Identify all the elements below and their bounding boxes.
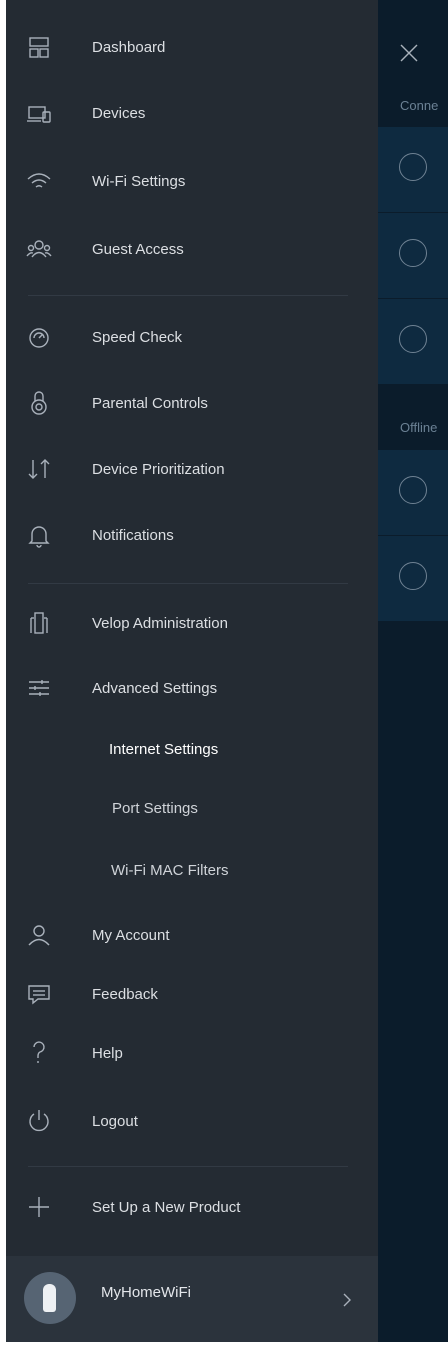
menu-item-label: My Account <box>92 926 170 944</box>
submenu-item-internet-settings[interactable]: Internet Settings <box>6 729 378 769</box>
side-menu: Dashboard Devices Wi-Fi Settings Guest A… <box>6 0 378 1342</box>
menu-item-wifi-settings[interactable]: Wi-Fi Settings <box>6 156 378 206</box>
bell-icon <box>28 526 50 548</box>
devices-icon <box>27 106 51 123</box>
menu-item-speed-check[interactable]: Speed Check <box>6 312 378 362</box>
menu-item-label: Speed Check <box>92 328 183 346</box>
submenu-item-label: Wi-Fi MAC Filters <box>111 861 229 879</box>
menu-item-device-prioritization[interactable]: Device Prioritization <box>6 444 378 494</box>
menu-item-label: Wi-Fi Settings <box>92 172 186 190</box>
sliders-icon <box>29 680 49 696</box>
velop-admin-icon <box>30 612 48 634</box>
app-frame: Conne Offline Dashboard Devices Wi-Fi Se… <box>6 0 448 1342</box>
menu-divider <box>28 295 348 296</box>
device-row[interactable] <box>378 299 448 385</box>
guest-access-icon <box>26 240 52 258</box>
menu-item-label: Velop Administration <box>92 614 228 632</box>
menu-item-logout[interactable]: Logout <box>6 1096 378 1146</box>
menu-item-label: Advanced Settings <box>92 679 218 697</box>
offline-header: Offline <box>400 420 438 435</box>
menu-divider <box>28 583 348 584</box>
menu-item-label: Set Up a New Product <box>92 1198 241 1216</box>
network-selector[interactable]: MyHomeWiFi <box>6 1256 378 1342</box>
person-icon <box>28 925 50 946</box>
submenu-item-label: Internet Settings <box>109 740 219 758</box>
connected-header: Conne <box>400 98 439 113</box>
priority-arrows-icon <box>28 459 50 479</box>
device-status-ring <box>399 562 427 590</box>
device-status-ring <box>399 239 427 267</box>
velop-node-icon <box>43 1284 56 1312</box>
close-menu-button[interactable] <box>396 40 422 66</box>
device-row[interactable] <box>378 127 448 213</box>
dashboard-icon <box>29 37 49 58</box>
menu-item-label: Guest Access <box>92 240 184 258</box>
submenu-item-label: Port Settings <box>112 799 198 817</box>
menu-item-label: Feedback <box>92 985 158 1003</box>
device-status-ring <box>399 325 427 353</box>
plus-icon <box>29 1197 49 1217</box>
lock-icon <box>31 391 47 415</box>
velop-node-avatar <box>24 1272 76 1324</box>
device-row[interactable] <box>378 450 448 536</box>
chevron-right-icon <box>343 1293 351 1307</box>
submenu-item-port-settings[interactable]: Port Settings <box>6 788 378 828</box>
menu-item-help[interactable]: Help <box>6 1028 378 1078</box>
menu-item-my-account[interactable]: My Account <box>6 910 378 960</box>
wifi-icon <box>27 173 51 188</box>
device-row[interactable] <box>378 536 448 622</box>
device-status-ring <box>399 476 427 504</box>
menu-item-devices[interactable]: Devices <box>6 88 378 138</box>
menu-item-label: Devices <box>92 104 146 122</box>
menu-item-label: Help <box>92 1044 123 1062</box>
submenu-item-wifi-mac-filters[interactable]: Wi-Fi MAC Filters <box>6 850 378 890</box>
question-icon <box>33 1041 45 1063</box>
menu-item-label: Parental Controls <box>92 394 208 412</box>
menu-item-label: Dashboard <box>92 38 166 56</box>
menu-item-guest-access[interactable]: Guest Access <box>6 224 378 274</box>
close-icon <box>400 44 418 62</box>
menu-item-parental-controls[interactable]: Parental Controls <box>6 378 378 428</box>
menu-item-label: Notifications <box>92 526 174 544</box>
background-devices-panel: Conne Offline <box>378 0 448 1342</box>
menu-item-feedback[interactable]: Feedback <box>6 969 378 1019</box>
menu-item-notifications[interactable]: Notifications <box>6 510 378 560</box>
menu-item-advanced-settings[interactable]: Advanced Settings <box>6 663 378 713</box>
menu-item-label: Device Prioritization <box>92 460 225 478</box>
menu-item-label: Logout <box>92 1112 138 1130</box>
chat-icon <box>28 985 50 1005</box>
device-status-ring <box>399 153 427 181</box>
speedometer-icon <box>29 328 49 348</box>
menu-divider <box>28 1166 348 1167</box>
menu-item-set-up-new-product[interactable]: Set Up a New Product <box>6 1182 378 1232</box>
menu-item-dashboard[interactable]: Dashboard <box>6 22 378 72</box>
network-name: MyHomeWiFi <box>101 1284 191 1301</box>
menu-item-velop-administration[interactable]: Velop Administration <box>6 598 378 648</box>
power-icon <box>29 1110 49 1132</box>
device-row[interactable] <box>378 213 448 299</box>
